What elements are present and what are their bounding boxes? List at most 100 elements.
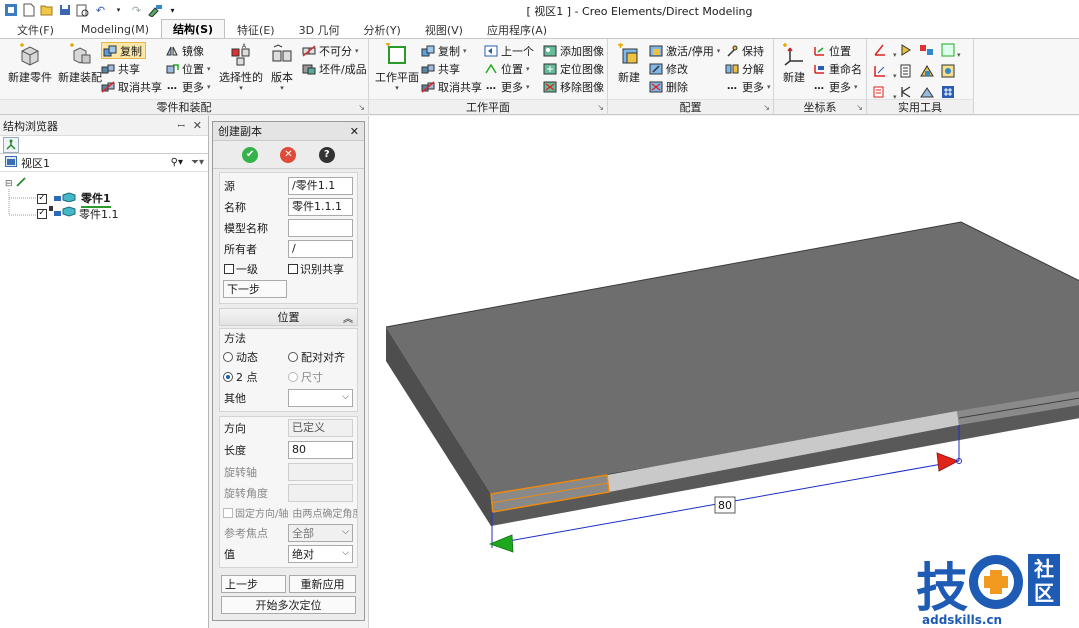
position-section-header[interactable]: 位置 ︽ bbox=[219, 308, 358, 326]
add-image-button[interactable]: 添加图像 bbox=[543, 42, 604, 59]
identify-shared-checkbox[interactable]: 识别共享 bbox=[288, 261, 344, 277]
ref-focus-select[interactable]: 全部 ⌵ bbox=[288, 523, 353, 542]
new-part-button[interactable]: 新建零件 bbox=[4, 43, 56, 85]
position-image-button[interactable]: 定位图像 bbox=[543, 60, 604, 77]
tab-structure[interactable]: 结构(S) bbox=[161, 19, 226, 38]
position-button[interactable]: 位置 ▾ bbox=[165, 60, 211, 77]
more-parts-button[interactable]: … 更多 ▾ bbox=[165, 78, 211, 95]
copy-button[interactable]: 复制 bbox=[101, 42, 146, 59]
utility-tool-2-icon[interactable] bbox=[899, 43, 919, 60]
multi-position-button[interactable]: 开始多次定位 bbox=[221, 596, 356, 614]
utility-tool-3-icon[interactable] bbox=[919, 43, 941, 60]
wp-copy-button[interactable]: 复制 ▾ bbox=[421, 42, 467, 59]
binoculars-icon[interactable]: ⚲▾ bbox=[171, 157, 183, 168]
other-select[interactable]: ⌵ bbox=[288, 388, 353, 407]
activate-button[interactable]: 激活/停用 ▾ bbox=[649, 42, 720, 59]
utility-tool-6-icon[interactable] bbox=[899, 64, 919, 81]
rename-button[interactable]: 重命名 bbox=[812, 60, 862, 77]
selective-button[interactable]: A 选择性的 ▾ bbox=[216, 43, 266, 92]
end-point-arrow-icon[interactable] bbox=[936, 452, 959, 472]
workplane-button[interactable]: 工作平面 ▾ bbox=[371, 43, 423, 92]
unshare-button[interactable]: 取消共享 bbox=[101, 78, 162, 95]
wp-share-button[interactable]: 共享 bbox=[421, 60, 460, 77]
dialog-launcher-icon[interactable]: ↘ bbox=[856, 100, 863, 115]
watermark-char-top: 社 bbox=[1033, 557, 1054, 581]
utility-tool-8-icon[interactable] bbox=[941, 64, 967, 81]
ok-icon[interactable]: ✔ bbox=[242, 146, 259, 163]
rotation-angle-field[interactable] bbox=[288, 483, 353, 502]
decompose-button[interactable]: 分解 bbox=[725, 60, 764, 77]
filter-icon[interactable]: ⏷▾ bbox=[191, 157, 204, 168]
visibility-checkbox[interactable]: ✓ bbox=[37, 208, 47, 219]
start-point-arrow-icon[interactable] bbox=[488, 534, 514, 553]
coord-more-button[interactable]: … 更多 ▾ bbox=[812, 78, 858, 95]
wp-previous-button[interactable]: 上一个 bbox=[484, 42, 534, 59]
config-new-button[interactable]: 新建 bbox=[608, 43, 650, 85]
mirror-button[interactable]: 镜像 bbox=[165, 42, 204, 59]
utility-tool-5-icon[interactable]: ▾ bbox=[873, 64, 899, 81]
tab-features[interactable]: 特征(E) bbox=[225, 20, 287, 38]
group-workplane: 工作平面 ▾ 复制 ▾ 共享 取消共享 上一个 位置 ▾ … 更多 ▾ 添加图像… bbox=[369, 39, 608, 115]
tab-applications[interactable]: 应用程序(A) bbox=[475, 20, 559, 38]
wp-position-button[interactable]: 位置 ▾ bbox=[484, 60, 530, 77]
visibility-checkbox[interactable]: ✓ bbox=[37, 193, 47, 204]
collapse-chevron-icon[interactable]: ︽ bbox=[343, 310, 353, 325]
utility-tool-7-icon[interactable] bbox=[919, 64, 941, 81]
tab-3d-geometry[interactable]: 3D 几何 bbox=[287, 20, 352, 38]
fix-direction-checkbox[interactable]: 固定方向/轴 bbox=[220, 505, 288, 520]
dialog-launcher-icon[interactable]: ↘ bbox=[358, 100, 365, 115]
version-button[interactable]: 版本 ▾ bbox=[262, 43, 302, 92]
stock-finished-button[interactable]: 坯件/成品 bbox=[302, 60, 367, 77]
utility-tool-4-icon[interactable]: ▾ bbox=[941, 43, 967, 60]
two-points-radio[interactable]: 2 点 bbox=[220, 369, 288, 385]
first-level-checkbox[interactable]: 一级 bbox=[220, 261, 288, 277]
copy-icon bbox=[103, 44, 117, 58]
align-radio[interactable]: 配对对齐 bbox=[288, 349, 345, 365]
pin-icon[interactable]: ꟷ bbox=[177, 119, 184, 132]
dimension-radio[interactable]: 尺寸 bbox=[288, 369, 323, 385]
model-name-label: 模型名称 bbox=[224, 221, 268, 235]
prev-button[interactable]: 上一步 bbox=[221, 575, 286, 593]
tab-file[interactable]: 文件(F) bbox=[2, 20, 69, 38]
wp-more-button[interactable]: … 更多 ▾ bbox=[484, 78, 530, 95]
tree-view-icon[interactable] bbox=[3, 136, 19, 153]
delete-button[interactable]: 删除 bbox=[649, 78, 688, 95]
config-more-button[interactable]: … 更多 ▾ bbox=[725, 78, 771, 95]
reapply-button[interactable]: 重新应用 bbox=[289, 575, 356, 593]
dialog-launcher-icon[interactable]: ↘ bbox=[597, 100, 604, 115]
indivisible-button[interactable]: 不可分 ▾ bbox=[302, 42, 359, 59]
next-button[interactable]: 下一步 bbox=[223, 280, 287, 298]
tab-analysis[interactable]: 分析(Y) bbox=[352, 20, 413, 38]
new-assembly-button[interactable]: 新建装配 bbox=[54, 43, 106, 85]
direction-field[interactable]: 已定义 bbox=[288, 419, 353, 437]
share-button[interactable]: 共享 bbox=[101, 60, 140, 77]
remove-image-icon bbox=[543, 80, 557, 94]
ribbon: 新建零件 新建装配 复制 共享 取消共享 镜像 位置 ▾ … 更多 ▾ A 选择… bbox=[0, 39, 1079, 115]
collapse-icon[interactable]: ⊟ bbox=[5, 179, 13, 189]
modify-button[interactable]: 修改 bbox=[649, 60, 688, 77]
wp-unshare-button[interactable]: 取消共享 bbox=[421, 78, 482, 95]
source-field[interactable]: /零件1.1 bbox=[288, 176, 353, 195]
dialog-launcher-icon[interactable]: ↘ bbox=[763, 100, 770, 115]
close-icon[interactable]: ✕ bbox=[350, 125, 359, 138]
viewport-icon bbox=[5, 155, 17, 170]
utility-tool-1-icon[interactable]: ▾ bbox=[873, 43, 899, 60]
coord-new-button[interactable]: 新建 bbox=[774, 43, 814, 85]
close-icon[interactable]: ✕ bbox=[193, 119, 202, 132]
dynamic-radio[interactable]: 动态 bbox=[220, 349, 288, 365]
tab-view[interactable]: 视图(V) bbox=[413, 20, 475, 38]
stock-finished-icon bbox=[302, 62, 316, 76]
remove-image-button[interactable]: 移除图像 bbox=[543, 78, 604, 95]
coord-position-button[interactable]: 位置 bbox=[812, 42, 851, 59]
owner-field[interactable]: / bbox=[288, 239, 353, 258]
cancel-icon[interactable]: ✕ bbox=[280, 146, 297, 163]
value-select[interactable]: 绝对 ⌵ bbox=[288, 545, 353, 563]
keep-button[interactable]: 保持 bbox=[725, 42, 764, 59]
length-field[interactable]: 80 bbox=[288, 441, 353, 459]
name-field[interactable]: 零件1.1.1 bbox=[288, 197, 353, 216]
group-title-configuration: 配置 ↘ bbox=[608, 99, 773, 114]
tab-modeling[interactable]: Modeling(M) bbox=[69, 20, 161, 38]
model-name-field[interactable] bbox=[288, 218, 353, 237]
rotation-axis-field[interactable] bbox=[288, 462, 353, 481]
help-icon[interactable]: ? bbox=[318, 146, 335, 163]
